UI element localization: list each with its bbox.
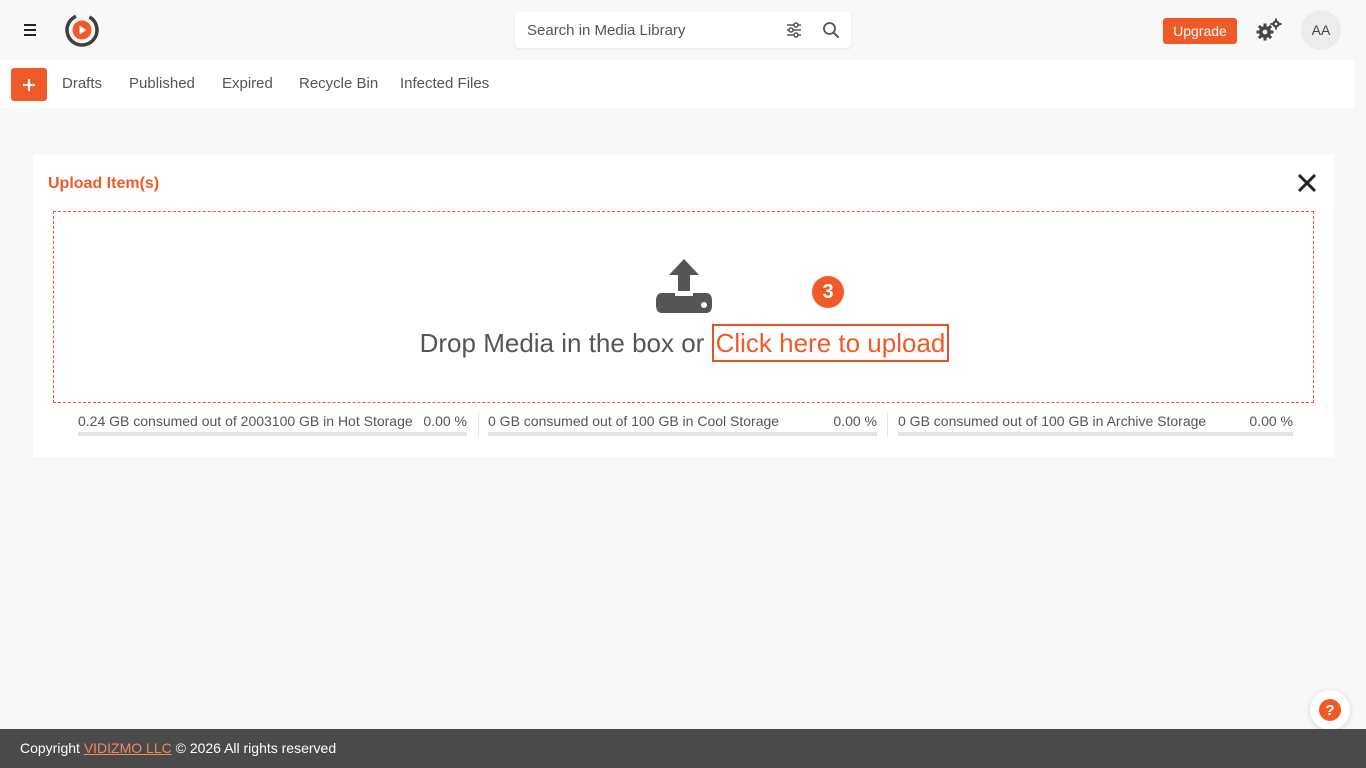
search-bar xyxy=(515,12,851,48)
divider xyxy=(478,413,479,437)
add-media-button[interactable] xyxy=(11,68,47,101)
divider xyxy=(887,413,888,437)
upgrade-button[interactable]: Upgrade xyxy=(1163,18,1237,44)
storage-percent: 0.00 % xyxy=(1249,413,1293,429)
filter-icon[interactable] xyxy=(785,22,803,38)
copyright-prefix: Copyright xyxy=(20,740,84,756)
user-avatar[interactable]: AA xyxy=(1301,10,1341,50)
hot-storage-meter: 0.24 GB consumed out of 2003100 GB in Ho… xyxy=(78,413,467,439)
drop-zone[interactable]: 3 Drop Media in the box or Click here to… xyxy=(53,211,1314,403)
storage-percent: 0.00 % xyxy=(423,413,467,429)
archive-storage-meter: 0 GB consumed out of 100 GB in Archive S… xyxy=(898,413,1293,439)
upload-panel: Upload Item(s) 3 Drop Media in the box o… xyxy=(33,155,1334,457)
footer: Copyright VIDIZMO LLC © 2026 All rights … xyxy=(0,729,1366,768)
help-button[interactable]: ? xyxy=(1310,690,1350,730)
cool-storage-meter: 0 GB consumed out of 100 GB in Cool Stor… xyxy=(488,413,877,439)
tab-recycle-bin[interactable]: Recycle Bin xyxy=(299,74,378,94)
storage-percent: 0.00 % xyxy=(833,413,877,429)
storage-bar xyxy=(488,432,877,436)
tab-expired[interactable]: Expired xyxy=(222,74,273,94)
search-input[interactable] xyxy=(527,12,777,48)
storage-label: 0 GB consumed out of 100 GB in Cool Stor… xyxy=(488,413,780,429)
storage-label: 0 GB consumed out of 100 GB in Archive S… xyxy=(898,413,1207,429)
plus-icon xyxy=(23,78,35,91)
top-header: Upgrade AA xyxy=(0,0,1366,60)
menu-icon[interactable] xyxy=(18,20,42,40)
tab-drafts[interactable]: Drafts xyxy=(62,74,102,94)
click-to-upload-link[interactable]: Click here to upload xyxy=(711,324,950,362)
step-badge: 3 xyxy=(812,276,844,308)
library-tabbar: Drafts Published Expired Recycle Bin Inf… xyxy=(0,60,1354,108)
upload-icon xyxy=(656,259,712,313)
tab-published[interactable]: Published xyxy=(129,74,195,94)
company-link[interactable]: VIDIZMO LLC xyxy=(84,740,172,756)
close-icon[interactable] xyxy=(1297,173,1317,193)
search-icon[interactable] xyxy=(822,21,840,39)
drop-text: Drop Media in the box or xyxy=(419,328,712,358)
logo-icon[interactable] xyxy=(64,12,100,48)
help-icon: ? xyxy=(1319,699,1341,721)
copyright-suffix: © 2026 All rights reserved xyxy=(171,740,337,756)
settings-icon[interactable] xyxy=(1256,18,1282,42)
drop-instructions: Drop Media in the box or Click here to u… xyxy=(54,324,1315,362)
storage-label: 0.24 GB consumed out of 2003100 GB in Ho… xyxy=(78,413,413,429)
storage-bar xyxy=(78,432,467,436)
tab-infected-files[interactable]: Infected Files xyxy=(400,74,489,94)
storage-bar xyxy=(898,432,1293,436)
panel-title: Upload Item(s) xyxy=(48,175,160,192)
